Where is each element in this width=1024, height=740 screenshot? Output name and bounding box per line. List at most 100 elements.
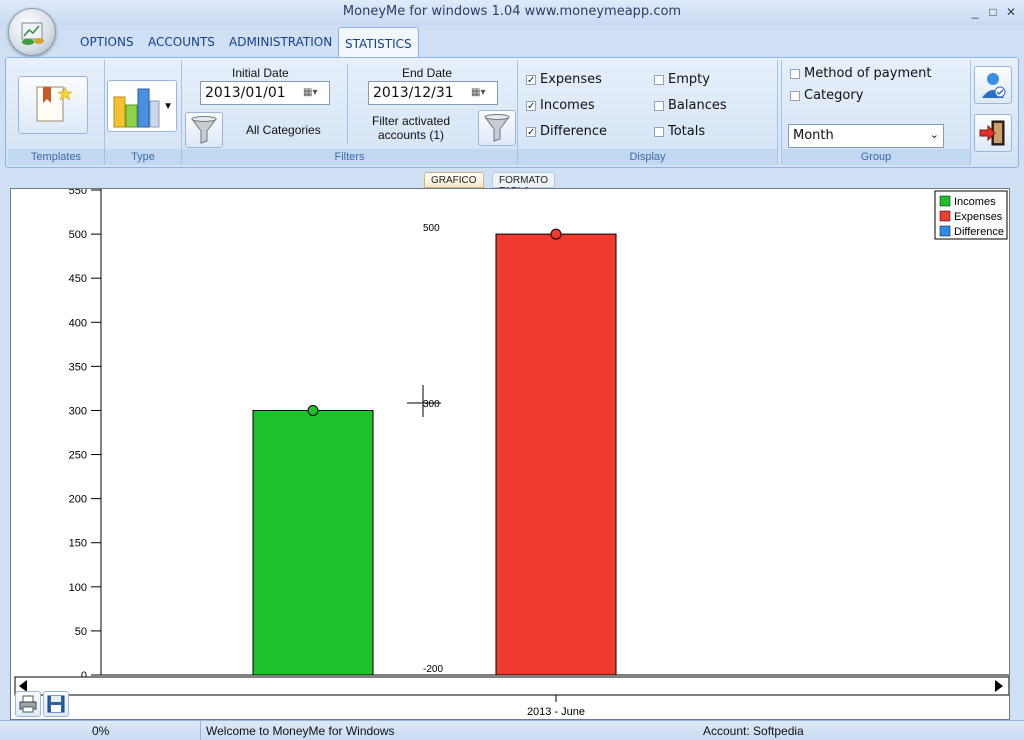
window-title: MoneyMe for windows 1.04 www.moneymeapp.…	[342, 4, 682, 19]
type-group: ▼ Type	[105, 60, 182, 165]
y-tick-label: 400	[69, 317, 87, 329]
statistics-chart: 050100150200250300350400450500550500300-…	[14, 185, 1010, 718]
end-date-value: 2013/12/31	[373, 85, 454, 101]
y-tick-label: 200	[69, 494, 87, 506]
legend-label: Incomes	[954, 196, 996, 208]
funnel-icon	[484, 114, 510, 142]
save-button[interactable]	[43, 691, 69, 717]
user-icon	[982, 73, 1006, 98]
group-period-select[interactable]: Month ⌄	[788, 124, 944, 148]
chevron-down-icon: ⌄	[929, 128, 939, 141]
initial-date-field[interactable]: 2013/01/01 ▦▾	[200, 81, 330, 105]
calendar-icon[interactable]: ▦▾	[303, 87, 323, 99]
checkbox-unchecked	[654, 100, 664, 111]
expenses-label: Expenses	[540, 72, 602, 87]
status-divider	[200, 721, 201, 740]
progress-text: 0%	[92, 724, 110, 738]
floppy-disk-icon	[47, 695, 65, 713]
data-label: 300	[423, 399, 440, 410]
filters-divider	[347, 64, 348, 144]
initial-date-label: Initial Date	[232, 66, 289, 80]
account-status: Account: Softpedia	[703, 724, 804, 738]
filters-group-label: Filters	[182, 149, 517, 165]
y-tick-label: 250	[69, 450, 87, 462]
expenses-bar	[495, 233, 617, 676]
balances-label: Balances	[668, 98, 727, 113]
minimize-button[interactable]: _	[966, 4, 984, 20]
y-tick-label: 50	[75, 626, 87, 638]
bar-chart-type-icon	[113, 88, 160, 128]
checkbox-check: ✓	[526, 74, 536, 86]
data-label: 500	[423, 223, 440, 234]
group-group: Method of payment Category Month ⌄ Group	[781, 60, 971, 165]
category-filter-button[interactable]	[185, 112, 223, 148]
category-checkbox[interactable]: Category	[790, 88, 863, 103]
data-label: -200	[423, 664, 443, 675]
end-date-field[interactable]: 2013/12/31 ▦▾	[368, 81, 498, 105]
tab-accounts[interactable]: ACCOUNTS	[148, 35, 215, 49]
legend-label: Difference	[954, 226, 1004, 238]
method-of-payment-checkbox[interactable]: Method of payment	[790, 66, 931, 81]
templates-group: Templates	[8, 60, 105, 165]
empty-label: Empty	[668, 72, 710, 87]
legend-swatch	[939, 225, 951, 237]
legend-label: Expenses	[954, 211, 1003, 223]
difference-label: Difference	[540, 124, 608, 139]
incomes-point	[307, 404, 319, 416]
y-tick-label: 100	[69, 582, 87, 594]
category-filter-text: All Categories	[246, 123, 321, 137]
y-tick-label: 350	[69, 361, 87, 373]
checkbox-unchecked	[654, 74, 664, 85]
account-filter-text: Filter activated accounts (1)	[371, 114, 451, 142]
method-of-payment-label: Method of payment	[804, 66, 932, 81]
end-date-label: End Date	[402, 66, 453, 80]
checkbox-check: ✓	[526, 126, 536, 138]
tab-statistics[interactable]: STATISTICS	[338, 27, 419, 58]
totals-checkbox[interactable]: Totals	[654, 124, 705, 139]
x-tick-label: 2013 - June	[527, 706, 585, 718]
templates-button[interactable]	[18, 76, 88, 134]
y-tick-label: 450	[69, 273, 87, 285]
checkbox-unchecked	[790, 68, 800, 79]
legend-swatch	[939, 210, 951, 222]
group-period-value: Month	[793, 128, 834, 143]
display-group: ✓ Expenses ✓ Incomes ✓ Difference Empty Bal…	[518, 60, 778, 165]
empty-checkbox[interactable]: Empty	[654, 72, 710, 87]
user-account-button[interactable]	[974, 66, 1012, 104]
tab-options[interactable]: OPTIONS	[80, 35, 134, 49]
tab-grafico[interactable]: GRAFICO	[424, 172, 484, 188]
type-group-label: Type	[105, 149, 181, 165]
expenses-point	[550, 228, 562, 240]
close-button[interactable]: ✕	[1002, 4, 1020, 20]
difference-checkbox[interactable]: ✓ Difference	[526, 124, 607, 139]
exit-door-icon	[979, 120, 1005, 146]
status-message: Welcome to MoneyMe for Windows	[206, 724, 395, 738]
exit-button[interactable]	[974, 114, 1012, 152]
expenses-checkbox[interactable]: ✓ Expenses	[526, 72, 602, 87]
templates-group-label: Templates	[8, 149, 104, 165]
group-group-label: Group	[782, 149, 970, 165]
maximize-button[interactable]: □	[984, 4, 1002, 20]
funnel-icon	[191, 116, 217, 144]
legend-swatch	[939, 195, 951, 207]
checkbox-check: ✓	[526, 100, 536, 112]
y-tick-label: 150	[69, 538, 87, 550]
incomes-bar	[252, 409, 374, 676]
y-tick-label: 550	[69, 189, 87, 197]
filters-group: Initial Date 2013/01/01 ▦▾ All Categorie…	[182, 60, 518, 165]
template-document-icon	[36, 86, 73, 122]
initial-date-value: 2013/01/01	[205, 85, 286, 101]
print-button[interactable]	[15, 691, 41, 717]
account-filter-button[interactable]	[478, 110, 516, 146]
checkbox-unchecked	[654, 126, 664, 137]
calendar-icon[interactable]: ▦▾	[471, 87, 491, 99]
balances-checkbox[interactable]: Balances	[654, 98, 727, 113]
incomes-checkbox[interactable]: ✓ Incomes	[526, 98, 595, 113]
display-group-label: Display	[518, 149, 777, 165]
chart-type-dropdown[interactable]: ▼	[107, 80, 177, 132]
chevron-down-icon: ▼	[163, 101, 173, 112]
tab-administration[interactable]: ADMINISTRATION	[229, 35, 332, 49]
tab-formato-tabla[interactable]: FORMATO TABLA	[492, 172, 556, 197]
app-menu-button[interactable]	[8, 8, 56, 56]
horizontal-scrollbar	[14, 676, 1010, 696]
